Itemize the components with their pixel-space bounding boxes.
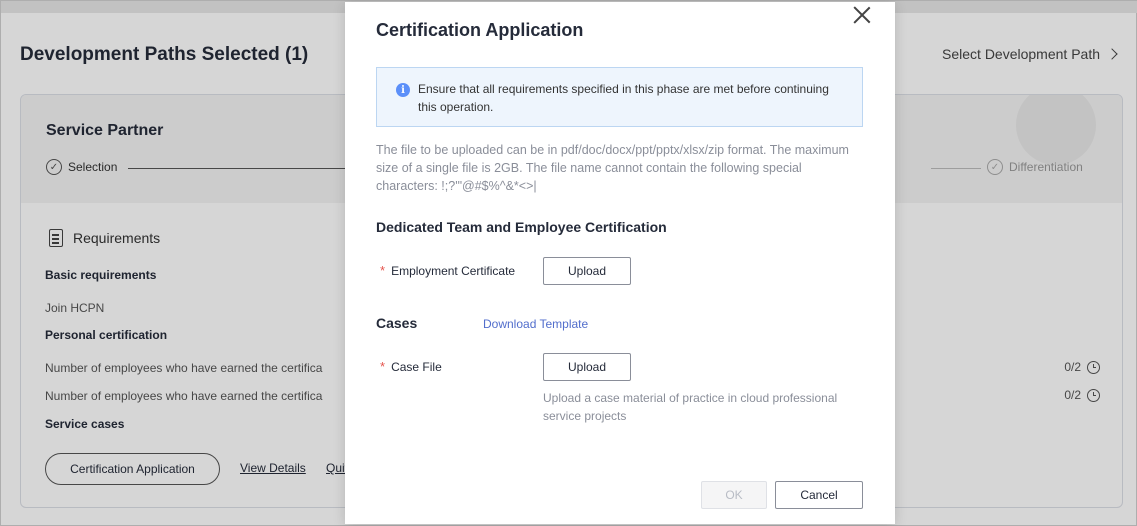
download-template-link[interactable]: Download Template — [483, 317, 588, 331]
required-mark: * — [380, 263, 386, 278]
info-icon: i — [396, 83, 410, 97]
upload-format-note: The file to be uploaded can be in pdf/do… — [376, 143, 849, 193]
info-alert: i Ensure that all requirements specified… — [376, 67, 863, 127]
section-title-cases: Cases — [376, 315, 418, 331]
employment-certificate-upload-button[interactable]: Upload — [543, 257, 631, 285]
field-label-text: Case File — [391, 359, 442, 374]
ok-button[interactable]: OK — [701, 481, 767, 509]
close-icon[interactable] — [851, 4, 873, 26]
certification-application-dialog: Certification Application i Ensure that … — [345, 2, 895, 524]
section-title-team-certification: Dedicated Team and Employee Certificatio… — [376, 219, 667, 235]
required-mark: * — [380, 359, 386, 374]
employment-certificate-label: * Employment Certificate — [380, 263, 515, 278]
cancel-button[interactable]: Cancel — [775, 481, 863, 509]
case-file-label: * Case File — [380, 359, 442, 374]
dialog-title: Certification Application — [376, 20, 584, 40]
case-file-hint: Upload a case material of practice in cl… — [543, 391, 838, 423]
field-label-text: Employment Certificate — [391, 263, 516, 278]
alert-text: Ensure that all requirements specified i… — [418, 82, 829, 114]
case-file-upload-button[interactable]: Upload — [543, 353, 631, 381]
